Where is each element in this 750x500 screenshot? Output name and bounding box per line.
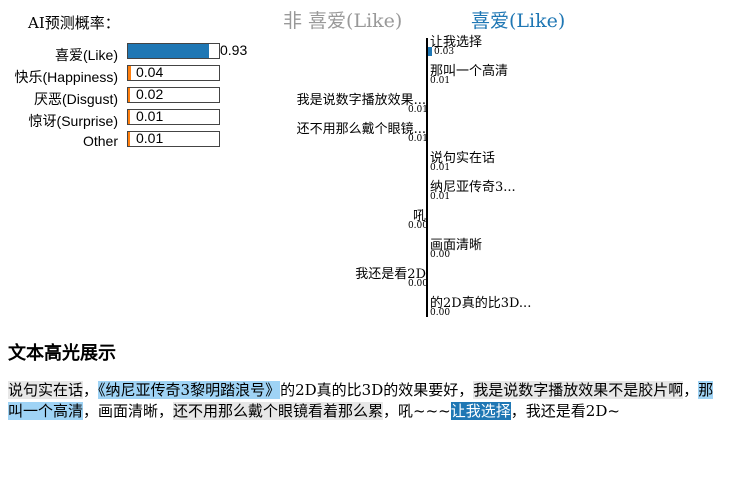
feature-value: 0.00 [407,221,428,231]
prediction-value: 0.93 [220,42,248,58]
highlight-section-title: 文本高光展示 [8,343,116,364]
prediction-title: AI预测概率： [28,14,120,32]
text-segment-plain: ，我还是看2D~ [510,402,620,420]
feature-value: 0.00 [430,250,451,260]
feature-value: 0.00 [407,279,428,289]
prediction-bar-fill [128,110,130,124]
positive-class-title: 喜爱(Like) [471,10,566,32]
text-segment-neg: 还不用那么戴个眼镜看着那么累 [173,402,384,420]
negative-class-title: 非 喜爱(Like) [283,10,403,32]
prediction-value: 0.01 [136,130,164,146]
text-segment-plain: ， [83,381,99,399]
prediction-label: 厌恶(Disgust) [33,91,118,107]
prediction-label: 惊讶(Surprise) [28,113,118,129]
feature-label: 还不用那么戴个眼镜... [296,122,426,137]
text-segment-plain: ，吼~~~ [383,402,451,420]
prediction-row: 喜爱(Like) 0.93 [0,43,260,63]
prediction-label: 快乐(Happiness) [14,69,118,85]
feature-value: 0.01 [430,192,451,202]
text-segment-neg: 说句实在话 [8,381,84,399]
highlighted-text: 说句实在话，《纳尼亚传奇3黎明踏浪号》的2D真的比3D的效果要好，我是说数字播放… [8,380,720,422]
prediction-bar [127,43,220,59]
prediction-label: Other [82,133,118,149]
prediction-row: 惊讶(Surprise) 0.01 [0,109,260,129]
feature-label: 我是说数字播放效果... [296,93,426,108]
feature-value: 0.00 [430,308,451,318]
prediction-bar-fill [128,66,131,80]
feature-bar [428,47,432,56]
prediction-row: 厌恶(Disgust) 0.02 [0,87,260,107]
feature-value: 0.01 [430,163,451,173]
prediction-value: 0.02 [136,86,164,102]
text-segment-pos: 《纳尼亚传奇3黎明踏浪号》 [98,381,281,399]
feature-value: 0.01 [407,105,428,115]
text-segment-plain: 的2D真的比3D的效果要好， [280,381,474,399]
feature-value: 0.03 [434,47,455,57]
feature-value: 0.01 [407,134,428,144]
prediction-row: 快乐(Happiness) 0.04 [0,65,260,85]
prediction-bar-fill [128,88,130,102]
prediction-bar-fill [128,132,130,146]
text-segment-neg: 我是说数字播放效果不是胶片啊 [473,381,684,399]
text-segment-plain: ， [683,381,699,399]
prediction-label: 喜爱(Like) [54,47,118,63]
prediction-bar-fill [128,44,209,58]
feature-value: 0.01 [430,76,451,86]
text-segment-pos-strong: 让我选择 [450,402,511,420]
prediction-value: 0.01 [136,108,164,124]
explanation-axis [426,38,428,317]
prediction-row: Other 0.01 [0,131,260,151]
text-segment-plain: ，画面清晰， [83,402,174,420]
prediction-value: 0.04 [136,64,164,80]
